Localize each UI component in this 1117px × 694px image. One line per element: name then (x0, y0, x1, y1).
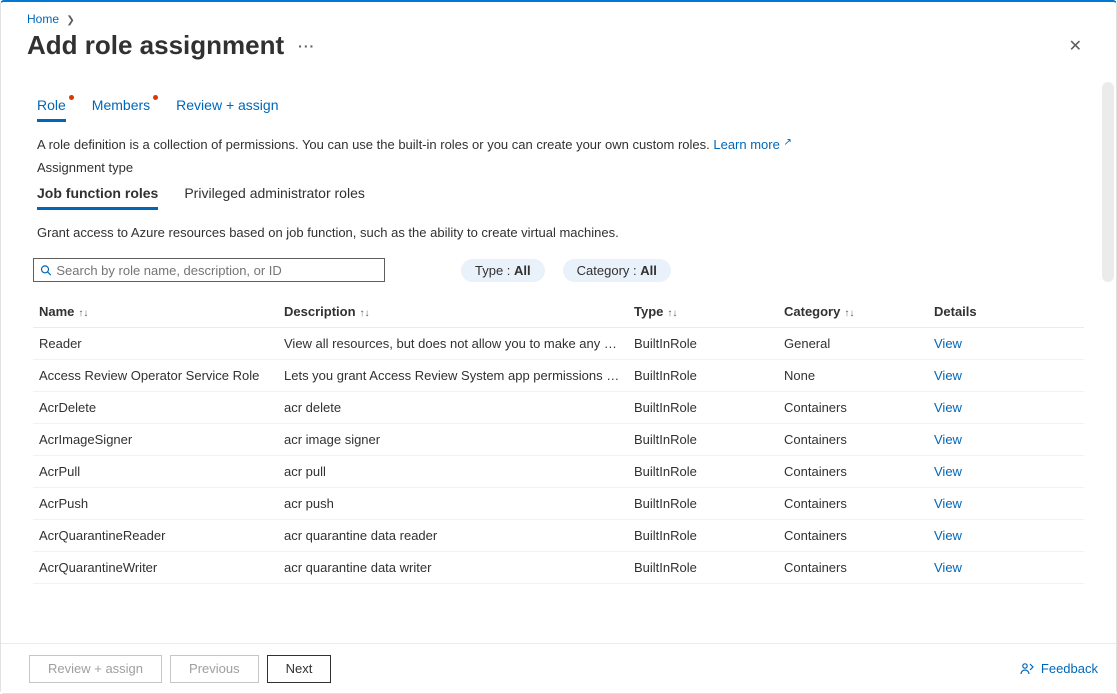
table-row[interactable]: AcrQuarantineReaderacr quarantine data r… (33, 520, 1084, 552)
cell-type: BuiltInRole (628, 552, 778, 584)
review-assign-button[interactable]: Review + assign (29, 655, 162, 683)
cell-type: BuiltInRole (628, 456, 778, 488)
cell-name: AcrPush (33, 488, 278, 520)
external-link-icon: ↗ (783, 137, 791, 148)
cell-type: BuiltInRole (628, 488, 778, 520)
cell-name: AcrQuarantineWriter (33, 552, 278, 584)
sort-icon: ↑↓ (360, 308, 370, 319)
role-description-text: A role definition is a collection of per… (1, 123, 1116, 156)
step-tab-members[interactable]: Members (92, 97, 150, 122)
breadcrumb-home-link[interactable]: Home (27, 12, 59, 26)
page-title: Add role assignment (27, 30, 284, 61)
cell-type: BuiltInRole (628, 328, 778, 360)
close-icon[interactable]: ✕ (1065, 32, 1086, 60)
cell-details: View (928, 424, 1084, 456)
required-dot-icon (153, 95, 158, 100)
cell-name: Access Review Operator Service Role (33, 360, 278, 392)
cell-description: Lets you grant Access Review System app … (278, 360, 628, 392)
search-input-wrapper[interactable] (33, 258, 385, 282)
step-tab-role[interactable]: Role (37, 97, 66, 122)
view-link[interactable]: View (934, 496, 962, 511)
cell-type: BuiltInRole (628, 360, 778, 392)
cell-description: acr push (278, 488, 628, 520)
cell-details: View (928, 488, 1084, 520)
cell-details: View (928, 392, 1084, 424)
column-header-name[interactable]: Name↑↓ (33, 296, 278, 328)
cell-description: acr delete (278, 392, 628, 424)
breadcrumb: Home ❯ (1, 2, 1116, 26)
view-link[interactable]: View (934, 432, 962, 447)
feedback-icon (1019, 661, 1035, 677)
step-tab-review-assign[interactable]: Review + assign (176, 97, 278, 122)
role-type-tab-privileged-administrator-roles[interactable]: Privileged administrator roles (184, 185, 365, 210)
column-header-type[interactable]: Type↑↓ (628, 296, 778, 328)
table-row[interactable]: AcrQuarantineWriteracr quarantine data w… (33, 552, 1084, 584)
cell-category: None (778, 360, 928, 392)
cell-description: acr image signer (278, 424, 628, 456)
learn-more-link[interactable]: Learn more ↗ (713, 137, 792, 152)
cell-name: AcrQuarantineReader (33, 520, 278, 552)
table-row[interactable]: AcrDeleteacr deleteBuiltInRoleContainers… (33, 392, 1084, 424)
assignment-type-label: Assignment type (1, 156, 1116, 185)
sort-icon: ↑↓ (844, 308, 854, 319)
helper-text: Grant access to Azure resources based on… (1, 211, 1116, 258)
column-header-category[interactable]: Category↑↓ (778, 296, 928, 328)
view-link[interactable]: View (934, 528, 962, 543)
role-type-tab-job-function-roles[interactable]: Job function roles (37, 185, 158, 210)
cell-type: BuiltInRole (628, 424, 778, 456)
category-filter-pill[interactable]: Category : All (563, 259, 671, 282)
feedback-link[interactable]: Feedback (1019, 661, 1098, 677)
cell-category: General (778, 328, 928, 360)
cell-details: View (928, 552, 1084, 584)
view-link[interactable]: View (934, 464, 962, 479)
cell-name: AcrImageSigner (33, 424, 278, 456)
cell-description: acr quarantine data reader (278, 520, 628, 552)
table-row[interactable]: ReaderView all resources, but does not a… (33, 328, 1084, 360)
roles-table: Name↑↓ Description↑↓ Type↑↓ Category↑↓ D… (33, 296, 1084, 584)
column-header-details: Details (928, 296, 1084, 328)
cell-details: View (928, 360, 1084, 392)
view-link[interactable]: View (934, 400, 962, 415)
more-icon[interactable]: ··· (298, 38, 315, 54)
view-link[interactable]: View (934, 368, 962, 383)
cell-details: View (928, 328, 1084, 360)
required-dot-icon (69, 95, 74, 100)
view-link[interactable]: View (934, 560, 962, 575)
search-icon (40, 264, 52, 277)
cell-name: Reader (33, 328, 278, 360)
cell-category: Containers (778, 520, 928, 552)
cell-description: acr quarantine data writer (278, 552, 628, 584)
vertical-scrollbar[interactable] (1102, 82, 1114, 282)
cell-category: Containers (778, 456, 928, 488)
cell-type: BuiltInRole (628, 520, 778, 552)
view-link[interactable]: View (934, 336, 962, 351)
cell-description: View all resources, but does not allow y… (278, 328, 628, 360)
table-row[interactable]: AcrImageSigneracr image signerBuiltInRol… (33, 424, 1084, 456)
cell-category: Containers (778, 488, 928, 520)
description-text: A role definition is a collection of per… (37, 137, 713, 152)
table-row[interactable]: AcrPushacr pushBuiltInRoleContainers View (33, 488, 1084, 520)
type-filter-pill[interactable]: Type : All (461, 259, 545, 282)
cell-type: BuiltInRole (628, 392, 778, 424)
sort-icon: ↑↓ (667, 308, 677, 319)
cell-name: AcrDelete (33, 392, 278, 424)
cell-details: View (928, 520, 1084, 552)
chevron-right-icon: ❯ (66, 15, 74, 26)
column-header-description[interactable]: Description↑↓ (278, 296, 628, 328)
sort-icon: ↑↓ (78, 308, 88, 319)
cell-description: acr pull (278, 456, 628, 488)
previous-button[interactable]: Previous (170, 655, 259, 683)
next-button[interactable]: Next (267, 655, 332, 683)
cell-category: Containers (778, 552, 928, 584)
table-row[interactable]: AcrPullacr pullBuiltInRoleContainers View (33, 456, 1084, 488)
cell-category: Containers (778, 392, 928, 424)
cell-category: Containers (778, 424, 928, 456)
search-input[interactable] (56, 263, 378, 278)
cell-details: View (928, 456, 1084, 488)
cell-name: AcrPull (33, 456, 278, 488)
table-row[interactable]: Access Review Operator Service RoleLets … (33, 360, 1084, 392)
